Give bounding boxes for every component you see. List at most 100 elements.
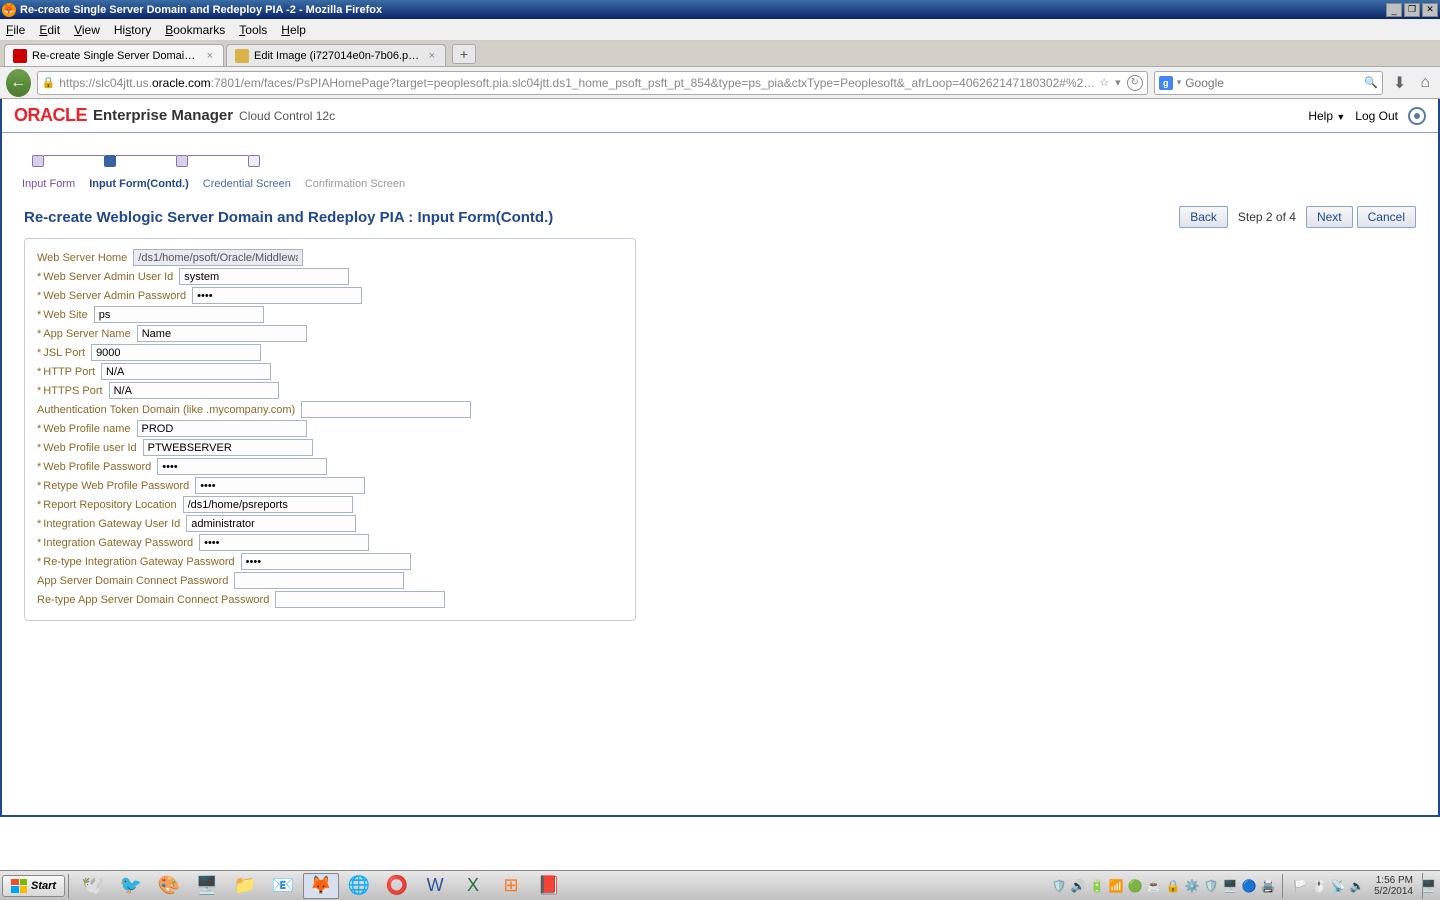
menu-tools[interactable]: Tools: [239, 23, 267, 37]
input-jsl-port[interactable]: [91, 344, 261, 361]
tray-icon[interactable]: 🖥️: [1222, 878, 1238, 894]
next-button[interactable]: Next: [1306, 206, 1353, 228]
tab-close-icon[interactable]: ×: [427, 50, 437, 62]
search-input[interactable]: [1185, 76, 1360, 90]
menu-file[interactable]: File: [6, 23, 25, 37]
home-icon[interactable]: ⌂: [1416, 74, 1434, 92]
tray-icon[interactable]: 📶: [1108, 878, 1124, 894]
search-dropdown-icon[interactable]: ▾: [1177, 77, 1182, 88]
app-desktop-icon[interactable]: 🖥️: [189, 873, 225, 899]
tray-icon[interactable]: 🟢: [1127, 878, 1143, 894]
app-xampp-icon[interactable]: ⊞: [493, 873, 529, 899]
dropdown-icon[interactable]: ▾: [1115, 76, 1121, 89]
input-admin-user[interactable]: [179, 268, 349, 285]
app-acrobat-icon[interactable]: 📕: [531, 873, 567, 899]
tab-close-icon[interactable]: ×: [205, 50, 215, 62]
input-web-site[interactable]: [94, 306, 264, 323]
minimize-button[interactable]: _: [1386, 3, 1402, 17]
search-bar[interactable]: g ▾ 🔍: [1154, 71, 1383, 95]
browser-tab-active[interactable]: Re-create Single Server Domain and Red..…: [4, 44, 224, 66]
train-label-1[interactable]: Input Form: [22, 178, 75, 190]
input-web-profile-pass[interactable]: [157, 458, 327, 475]
search-go-icon[interactable]: 🔍: [1364, 76, 1378, 89]
show-desktop-icon[interactable]: 🖥️: [1422, 873, 1434, 899]
target-icon[interactable]: [1408, 107, 1426, 125]
input-http-port[interactable]: [101, 363, 271, 380]
label-admin-pass: Web Server Admin Password: [43, 290, 186, 302]
page-title-row: Re-create Weblogic Server Domain and Red…: [2, 200, 1438, 234]
window-title: Re-create Single Server Domain and Redep…: [20, 4, 1386, 16]
tray-icon[interactable]: 🖨️: [1260, 878, 1276, 894]
train-step-1-icon[interactable]: [32, 155, 44, 167]
app-paint-icon[interactable]: 🎨: [151, 873, 187, 899]
tray-icon[interactable]: 🔊: [1070, 878, 1086, 894]
app-pidgin-icon[interactable]: 🐦: [113, 873, 149, 899]
bookmark-star-icon[interactable]: ☆: [1099, 76, 1109, 89]
tray-icon[interactable]: 🔵: [1241, 878, 1257, 894]
input-report-repo[interactable]: [183, 496, 353, 513]
app-outlook-icon[interactable]: 📧: [265, 873, 301, 899]
start-label: Start: [31, 880, 56, 892]
input-app-server[interactable]: [137, 325, 307, 342]
input-web-profile-user[interactable]: [143, 439, 313, 456]
train-step-3-icon[interactable]: [176, 155, 188, 167]
reload-icon[interactable]: ↻: [1127, 75, 1143, 91]
app-word-icon[interactable]: W: [417, 873, 453, 899]
tray-icon[interactable]: 🛡️: [1051, 878, 1067, 894]
input-ig-pass[interactable]: [199, 534, 369, 551]
app-firefox-icon[interactable]: 🦊: [303, 873, 339, 899]
input-app-conn-pass2[interactable]: [275, 591, 445, 608]
menu-history[interactable]: History: [114, 23, 151, 37]
app-explorer-icon[interactable]: 📁: [227, 873, 263, 899]
url-text: https://slc04jtt.us.oracle.com:7801/em/f…: [59, 76, 1095, 90]
close-button[interactable]: ✕: [1422, 3, 1438, 17]
train-label-3[interactable]: Credential Screen: [203, 178, 291, 190]
tray-icon[interactable]: ☕: [1146, 878, 1162, 894]
tray-icon[interactable]: 🔋: [1089, 878, 1105, 894]
tray-icon[interactable]: 🖱️: [1311, 878, 1327, 894]
help-link[interactable]: Help ▼: [1308, 109, 1345, 123]
windows-flag-icon: [11, 879, 27, 893]
tray-icon[interactable]: ⚙️: [1184, 878, 1200, 894]
menu-view[interactable]: View: [74, 23, 100, 37]
app-thunderbird-icon[interactable]: 🕊️: [75, 873, 111, 899]
input-auth-token[interactable]: [301, 401, 471, 418]
tray-volume-icon[interactable]: 🔉: [1349, 878, 1365, 894]
app-excel-icon[interactable]: X: [455, 873, 491, 899]
menu-edit[interactable]: Edit: [39, 23, 60, 37]
input-https-port[interactable]: [109, 382, 279, 399]
clock-time: 1:56 PM: [1374, 875, 1413, 886]
cancel-button[interactable]: Cancel: [1357, 206, 1416, 228]
taskbar-clock[interactable]: 1:56 PM 5/2/2014: [1368, 875, 1419, 897]
train-label-2[interactable]: Input Form(Contd.): [89, 178, 189, 190]
input-ig-pass2[interactable]: [241, 553, 411, 570]
menu-bookmarks[interactable]: Bookmarks: [165, 23, 225, 37]
input-admin-pass[interactable]: [192, 287, 362, 304]
tray-icon[interactable]: 🛡️: [1203, 878, 1219, 894]
input-app-conn-pass[interactable]: [234, 572, 404, 589]
start-button[interactable]: Start: [2, 875, 65, 897]
label-ig-user: Integration Gateway User Id: [43, 518, 180, 530]
app-chrome-icon[interactable]: ⭕: [379, 873, 415, 899]
em-header: ORACLE Enterprise Manager Cloud Control …: [2, 99, 1438, 133]
downloads-icon[interactable]: ⬇: [1389, 73, 1410, 93]
tray-flag-icon[interactable]: 🏳️: [1292, 878, 1308, 894]
input-ig-user[interactable]: [186, 515, 356, 532]
browser-tab[interactable]: Edit Image (i727014e0n-7b06.png) ×: [226, 44, 446, 66]
address-bar[interactable]: 🔒 https://slc04jtt.us.oracle.com:7801/em…: [37, 71, 1148, 95]
logout-link[interactable]: Log Out: [1355, 109, 1398, 123]
back-button[interactable]: Back: [1179, 206, 1228, 228]
input-web-profile-pass2[interactable]: [195, 477, 365, 494]
menu-help[interactable]: Help: [281, 23, 306, 37]
tray-icon[interactable]: 🔒: [1165, 878, 1181, 894]
train-step-2-icon[interactable]: [104, 155, 116, 167]
back-button[interactable]: ←: [6, 69, 31, 97]
label-web-server-home: Web Server Home: [37, 252, 127, 264]
app-ie-icon[interactable]: 🌐: [341, 873, 377, 899]
em-product-title: Enterprise Manager: [93, 107, 233, 124]
tray-network-icon[interactable]: 📡: [1330, 878, 1346, 894]
input-web-profile[interactable]: [137, 420, 307, 437]
new-tab-button[interactable]: +: [452, 44, 476, 64]
maximize-button[interactable]: ❐: [1404, 3, 1420, 17]
input-web-server-home: [133, 249, 303, 266]
